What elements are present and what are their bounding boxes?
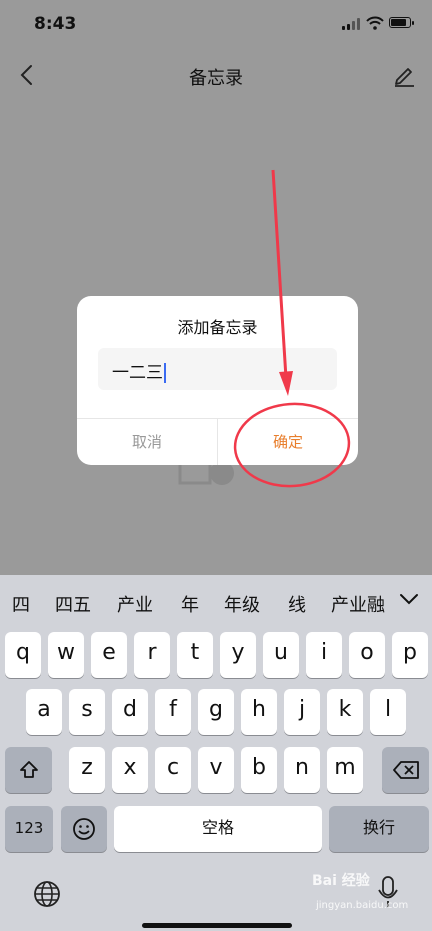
memo-input[interactable]: 一二三 (98, 348, 337, 390)
shift-arrow-icon (19, 761, 38, 778)
screen: 8:43 备忘录 添加备忘录 一二三 取消 确定 四 四五 产业 年 年级 线 … (0, 0, 432, 931)
page-title: 备忘录 (189, 68, 243, 89)
status-time: 8:43 (34, 14, 77, 34)
candidate-item[interactable]: 四五 (55, 591, 91, 617)
candidate-item[interactable]: 四 (12, 591, 30, 617)
key-a[interactable]: a (26, 689, 62, 735)
key-d[interactable]: d (112, 689, 148, 735)
key-z[interactable]: z (69, 747, 105, 793)
chevron-down-icon[interactable] (398, 589, 420, 609)
add-memo-dialog: 添加备忘录 一二三 取消 确定 (77, 296, 358, 465)
key-e[interactable]: e (91, 632, 127, 678)
key-s[interactable]: s (69, 689, 105, 735)
key-l[interactable]: l (370, 689, 406, 735)
candidate-item[interactable]: 年 (181, 591, 199, 617)
key-x[interactable]: x (112, 747, 148, 793)
key-y[interactable]: y (220, 632, 256, 678)
watermark-brand: Bai 经验 (312, 873, 370, 889)
key-n[interactable]: n (284, 747, 320, 793)
key-v[interactable]: v (198, 747, 234, 793)
cancel-button[interactable]: 取消 (77, 419, 217, 465)
key-w[interactable]: w (48, 632, 84, 678)
key-h[interactable]: h (241, 689, 277, 735)
wifi-icon (366, 16, 384, 30)
key-o[interactable]: o (349, 632, 385, 678)
edit-pencil-icon[interactable] (392, 62, 416, 88)
key-q[interactable]: q (5, 632, 41, 678)
key-p[interactable]: p (392, 632, 428, 678)
delete-key[interactable] (382, 747, 429, 793)
key-f[interactable]: f (155, 689, 191, 735)
emoji-smiley-icon (73, 818, 95, 840)
key-b[interactable]: b (241, 747, 277, 793)
home-indicator[interactable] (142, 923, 292, 928)
text-caret (164, 363, 166, 383)
confirm-button[interactable]: 确定 (218, 419, 358, 465)
cellular-signal-icon (342, 18, 362, 30)
candidate-item[interactable]: 产业 (117, 591, 153, 617)
return-key[interactable]: 换行 (329, 806, 429, 852)
candidate-item[interactable]: 产业融 (331, 591, 385, 617)
shift-key[interactable] (5, 747, 52, 793)
status-bar: 8:43 (0, 0, 432, 46)
backspace-icon (392, 761, 419, 779)
watermark-url: jingyan.baidu.com (316, 900, 409, 911)
candidate-item[interactable]: 线 (288, 591, 306, 617)
candidate-bar: 四 四五 产业 年 年级 线 产业融 (0, 575, 432, 625)
memo-input-value: 一二三 (112, 363, 163, 383)
key-m[interactable]: m (327, 747, 363, 793)
space-key[interactable]: 空格 (114, 806, 322, 852)
battery-icon (389, 17, 414, 28)
key-k[interactable]: k (327, 689, 363, 735)
dialog-title: 添加备忘录 (177, 318, 258, 337)
key-t[interactable]: t (177, 632, 213, 678)
globe-icon[interactable] (32, 879, 62, 909)
key-u[interactable]: u (263, 632, 299, 678)
key-i[interactable]: i (306, 632, 342, 678)
emoji-key[interactable] (61, 806, 107, 852)
key-g[interactable]: g (198, 689, 234, 735)
key-r[interactable]: r (134, 632, 170, 678)
candidate-item[interactable]: 年级 (224, 591, 260, 617)
key-c[interactable]: c (155, 747, 191, 793)
key-j[interactable]: j (284, 689, 320, 735)
numbers-key[interactable]: 123 (5, 806, 53, 852)
